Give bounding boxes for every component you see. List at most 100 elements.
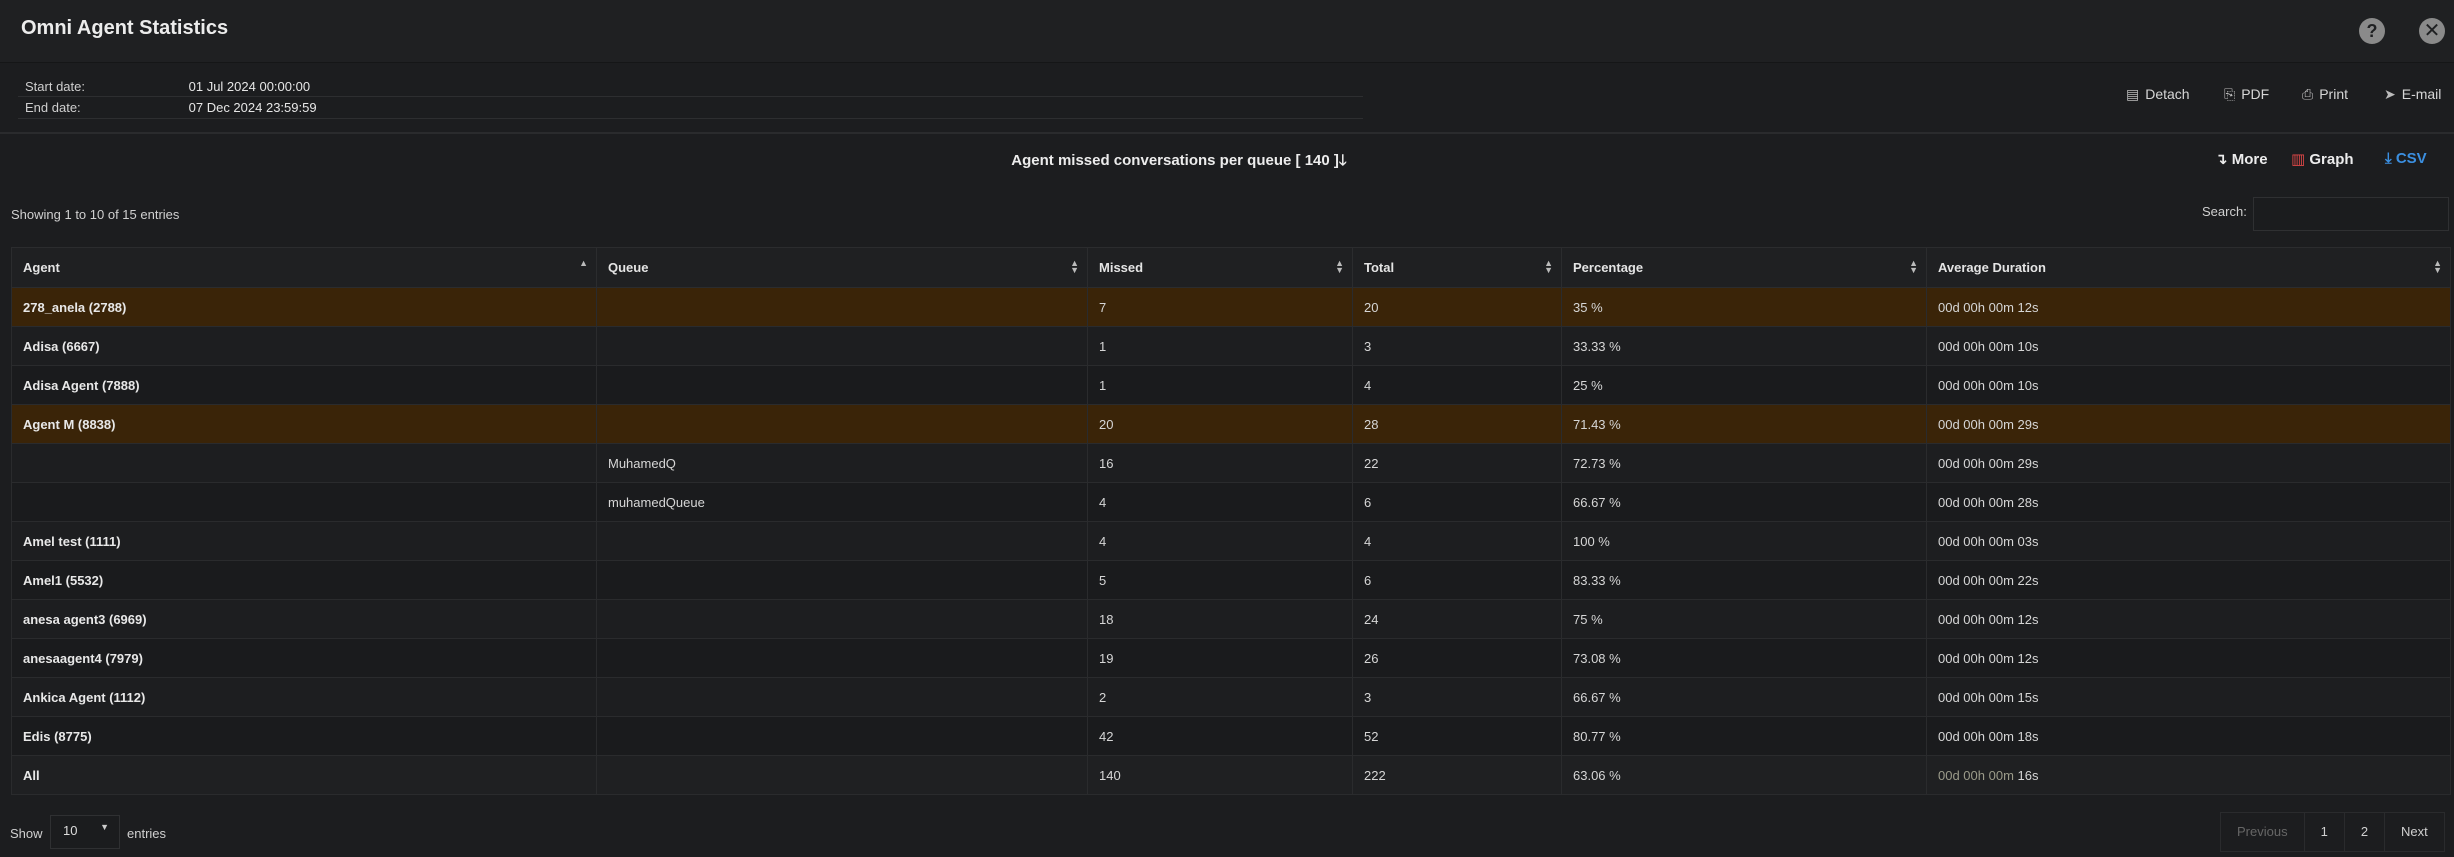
cell-agent: Amel test (1111) [11,521,597,561]
cell-percentage: 33.33 % [1561,326,1927,366]
cell-percentage: 80.77 % [1561,716,1927,756]
column-header-queue[interactable]: Queue ▲ ▼ [596,247,1088,288]
table-row[interactable]: Adisa Agent (7888) 1 4 25 % 00d 00h 00m … [11,365,2451,405]
cell-queue [596,404,1088,444]
table-row[interactable]: muhamedQueue 4 6 66.67 % 00d 00h 00m 28s [11,482,2451,522]
table-row[interactable]: Edis (8775) 42 52 80.77 % 00d 00h 00m 18… [11,716,2451,756]
detach-label: Detach [2145,86,2190,102]
cell-total: 4 [1352,521,1562,561]
table-row[interactable]: anesaagent4 (7979) 19 26 73.08 % 00d 00h… [11,638,2451,678]
window-titlebar: Omni Agent Statistics ? ✕ [0,0,2454,63]
detach-button[interactable]: ▤ Detach [2126,86,2190,103]
table-row[interactable]: 278_anela (2788) 7 20 35 % 00d 00h 00m 1… [11,287,2451,327]
cell-duration: 00d 00h 00m 10s [1926,326,2451,366]
cell-duration: 00d 00h 00m 12s [1926,638,2451,678]
cell-total: 3 [1352,677,1562,717]
sort-icon: ▲ ▼ [1070,258,1079,275]
cell-queue [596,599,1088,639]
print-label: Print [2319,86,2348,102]
report-title: Agent missed conversations per queue [ 1… [0,150,2358,175]
cell-agent: anesa agent3 (6969) [11,599,597,639]
table-row[interactable]: anesa agent3 (6969) 18 24 75 % 00d 00h 0… [11,599,2451,639]
sort-icon: ▲ ▼ [1544,258,1553,275]
print-icon: ⎙ [2302,86,2314,102]
table-row[interactable]: Amel test (1111) 4 4 100 % 00d 00h 00m 0… [11,521,2451,561]
cell-missed: 2 [1087,677,1353,717]
cell-queue: MuhamedQ [596,443,1088,483]
show-label: Show [10,826,43,841]
next-page-button[interactable]: Next [2385,813,2444,851]
sort-icon: ▲ ▼ [1909,258,1918,275]
cell-percentage: 71.43 % [1561,404,1927,444]
page-length-value: 10 [63,823,78,838]
cell-total: 26 [1352,638,1562,678]
page-1-button[interactable]: 1 [2305,813,2345,851]
help-icon[interactable]: ? [2359,18,2385,44]
cell-duration: 00d 00h 00m 29s [1926,404,2451,444]
print-button[interactable]: ⎙ Print [2302,86,2348,103]
more-button[interactable]: ↴ More [2215,150,2268,168]
cell-queue [596,716,1088,756]
cell-agent: Agent M (8838) [11,404,597,444]
cell-total: 222 [1352,755,1562,795]
column-header-label: Average Duration [1938,260,2046,275]
table-row[interactable]: Agent M (8838) 20 28 71.43 % 00d 00h 00m… [11,404,2451,444]
column-header-agent[interactable]: Agent ▲ [11,247,597,288]
table-row[interactable]: Ankica Agent (1112) 2 3 66.67 % 00d 00h … [11,677,2451,717]
cell-queue [596,560,1088,600]
arrow-down-icon: 🡓 [1338,152,1347,169]
cell-total: 24 [1352,599,1562,639]
table-row[interactable]: Adisa (6667) 1 3 33.33 % 00d 00h 00m 10s [11,326,2451,366]
cell-agent [11,443,597,483]
cell-agent: Amel1 (5532) [11,560,597,600]
table-row[interactable]: MuhamedQ 16 22 72.73 % 00d 00h 00m 29s [11,443,2451,483]
sort-icon: ▲ ▼ [2433,258,2442,275]
cell-percentage: 72.73 % [1561,443,1927,483]
cell-agent [11,482,597,522]
cell-queue [596,521,1088,561]
cell-total: 4 [1352,365,1562,405]
cell-missed: 20 [1087,404,1353,444]
cell-total: 6 [1352,482,1562,522]
cell-duration: 00d 00h 00m 15s [1926,677,2451,717]
column-header-percentage[interactable]: Percentage ▲ ▼ [1561,247,1927,288]
totals-row: All 140 222 63.06 % 00d 00h 00m 16s [11,755,2451,795]
cell-total: 22 [1352,443,1562,483]
table-row[interactable]: Amel1 (5532) 5 6 83.33 % 00d 00h 00m 22s [11,560,2451,600]
email-button[interactable]: ➤ E-mail [2384,86,2441,103]
cell-duration: 00d 00h 00m 10s [1926,365,2451,405]
download-icon: ⤓ [2385,150,2392,167]
cell-queue [596,755,1088,795]
csv-button[interactable]: ⤓ CSV [2385,150,2427,167]
cell-missed: 1 [1087,365,1353,405]
cell-queue [596,326,1088,366]
column-header-label: Percentage [1573,260,1644,275]
cell-percentage: 66.67 % [1561,482,1927,522]
duration-suffix: 16s [2017,767,2039,783]
cell-duration: 00d 00h 00m 22s [1926,560,2451,600]
cell-total: 28 [1352,404,1562,444]
cell-agent: Ankica Agent (1112) [11,677,597,717]
table-header-row: Agent ▲ Queue ▲ ▼ Missed ▲ ▼ Total ▲ ▼ Percenta… [11,247,2451,288]
cell-agent: All [11,755,597,795]
page-2-button[interactable]: 2 [2345,813,2386,851]
caret-down-icon: ▼ [100,822,109,832]
cell-duration: 00d 00h 00m 03s [1926,521,2451,561]
search-input[interactable] [2253,197,2449,231]
pdf-button[interactable]: ⎘ PDF [2224,86,2269,103]
bar-chart-icon: ▥ [2291,151,2306,168]
cell-queue [596,287,1088,327]
previous-page-button[interactable]: Previous [2221,813,2305,851]
cell-missed: 1 [1087,326,1353,366]
column-header-average-duration[interactable]: Average Duration ▲ ▼ [1926,247,2451,288]
column-header-total[interactable]: Total ▲ ▼ [1352,247,1562,288]
close-icon[interactable]: ✕ [2419,18,2445,44]
graph-button[interactable]: ▥ Graph [2291,150,2354,168]
cell-duration: 00d 00h 00m 16s [1926,755,2451,795]
divider [18,118,1363,119]
cell-agent: Adisa Agent (7888) [11,365,597,405]
column-header-missed[interactable]: Missed ▲ ▼ [1087,247,1353,288]
pdf-label: PDF [2241,86,2270,102]
cell-percentage: 66.67 % [1561,677,1927,717]
page-length-select[interactable]: 10 ▼ [50,815,120,849]
